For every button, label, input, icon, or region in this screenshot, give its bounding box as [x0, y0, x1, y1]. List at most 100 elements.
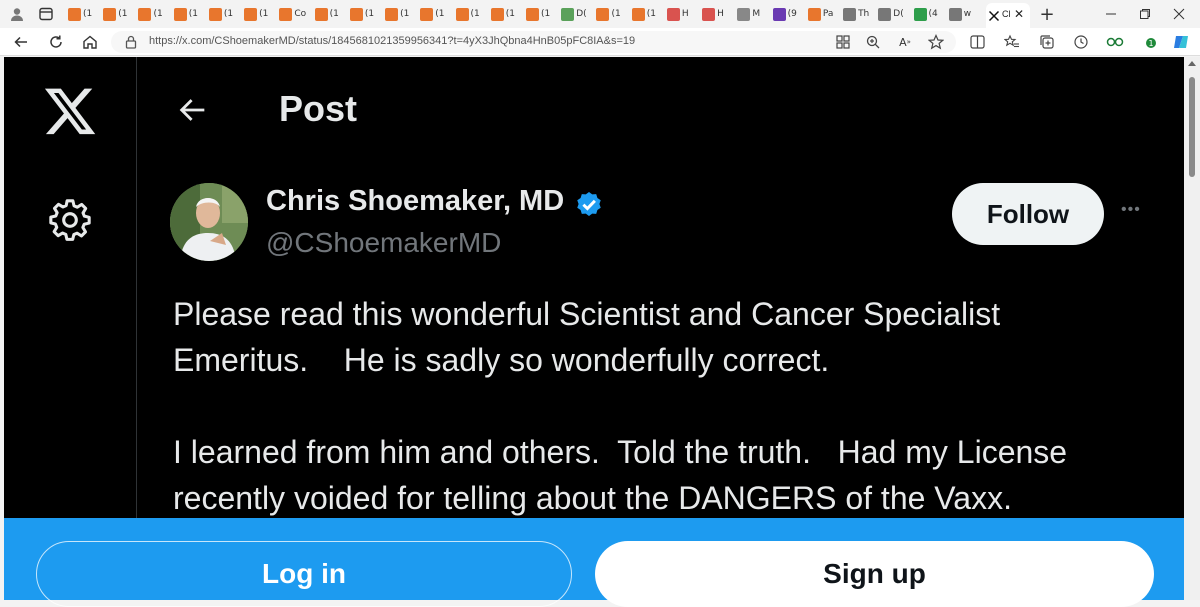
tab[interactable]: w: [948, 5, 972, 23]
new-tab-icon[interactable]: +: [1038, 4, 1056, 25]
post-text: Please read this wonderful Scientist and…: [173, 291, 1138, 521]
tab-favicon-icon: [561, 7, 575, 21]
tab-favicon-icon: [208, 7, 222, 21]
refresh-icon[interactable]: [47, 33, 65, 51]
tab[interactable]: Co: [279, 5, 306, 23]
post-paragraph: I learned from him and others. Told the …: [173, 434, 1076, 516]
scrollbar[interactable]: [1184, 57, 1200, 600]
tab-label: (1: [223, 9, 234, 19]
tab[interactable]: Pa: [807, 5, 834, 23]
tab[interactable]: Th: [843, 5, 869, 23]
tab-label: H: [717, 9, 724, 19]
tab[interactable]: (1: [385, 5, 409, 23]
tab-favicon-icon: [314, 7, 328, 21]
tab-favicon-icon: [138, 7, 152, 21]
tab-label: (1: [118, 9, 128, 19]
tab[interactable]: (1: [244, 5, 268, 23]
profile-icon[interactable]: [8, 5, 26, 23]
tab[interactable]: (1: [103, 5, 127, 23]
tab-favicon-icon: [490, 7, 504, 21]
tab-label: (1: [541, 9, 551, 19]
history-icon[interactable]: [1072, 33, 1090, 51]
split-screen-icon[interactable]: [968, 33, 986, 51]
tab-favicon-icon: [103, 7, 117, 21]
tab-label: (9: [787, 9, 797, 19]
tab[interactable]: (1: [455, 5, 480, 23]
tab[interactable]: (1: [68, 5, 92, 23]
tab[interactable]: H: [702, 5, 724, 23]
tab-label: (4: [928, 9, 938, 19]
login-button[interactable]: Log in: [36, 541, 572, 607]
tab-label: w: [963, 9, 972, 19]
back-arrow-icon[interactable]: [176, 93, 210, 127]
verified-badge-icon: [573, 188, 605, 220]
zoom-icon[interactable]: [864, 33, 882, 51]
page-title: Post: [279, 88, 358, 129]
tab[interactable]: (1: [526, 5, 550, 23]
tab-label: (1: [364, 9, 375, 19]
tab[interactable]: (1: [314, 5, 339, 23]
tab[interactable]: D(: [561, 5, 587, 23]
read-aloud-icon[interactable]: A»: [896, 33, 914, 51]
tab-favicon-icon: [702, 7, 716, 21]
follow-button[interactable]: Follow: [952, 183, 1104, 245]
favorite-star-icon[interactable]: [927, 33, 945, 51]
tab-favicon-icon: [420, 7, 434, 21]
scroll-thumb[interactable]: [1189, 77, 1195, 177]
tab-label: H: [681, 9, 689, 19]
author-avatar[interactable]: [170, 183, 248, 261]
signup-button[interactable]: Sign up: [595, 541, 1154, 607]
author-handle[interactable]: @CShoemakerMD: [266, 227, 501, 259]
lock-icon[interactable]: [125, 35, 137, 54]
tab-label: (1: [400, 9, 410, 19]
tab[interactable]: D(: [878, 5, 904, 23]
close-window-icon[interactable]: [1170, 5, 1188, 23]
tab-favicon-icon: [526, 7, 539, 21]
tab[interactable]: (1: [490, 5, 516, 23]
author-name[interactable]: Chris Shoemaker, MD: [266, 185, 564, 218]
tab[interactable]: (1: [631, 5, 656, 23]
tab-label: D(: [893, 9, 904, 19]
tab-label: Pa: [822, 9, 834, 19]
tab[interactable]: (1: [173, 5, 198, 23]
tab-label: M: [752, 9, 761, 19]
tab[interactable]: H: [666, 5, 689, 23]
tab[interactable]: (1: [349, 5, 375, 23]
tab-label: (1: [435, 9, 445, 19]
tab[interactable]: (9: [772, 5, 797, 23]
minimize-icon[interactable]: [1102, 5, 1120, 23]
tab[interactable]: M: [737, 5, 760, 23]
x-favicon-icon: [988, 9, 1000, 22]
more-options-icon[interactable]: •••: [1121, 201, 1141, 219]
tab-active[interactable]: Cl ✕: [986, 3, 1030, 28]
tab-favicon-icon: [913, 7, 927, 21]
tab[interactable]: (1: [208, 5, 234, 23]
favorites-icon[interactable]: [1003, 33, 1021, 51]
app-available-icon[interactable]: [834, 33, 852, 51]
workspaces-icon[interactable]: [37, 5, 55, 23]
tab-favicon-icon: [843, 7, 857, 21]
scroll-up-icon[interactable]: [1188, 61, 1196, 66]
tab[interactable]: (1: [138, 5, 163, 23]
tab-label: (1: [470, 9, 480, 19]
tab-favicon-icon: [279, 7, 293, 21]
tab[interactable]: (1: [420, 5, 445, 23]
url-text: https://x.com/CShoemakerMD/status/184568…: [149, 35, 636, 47]
tab-label: (1: [259, 9, 269, 19]
extension-icon[interactable]: [1106, 33, 1124, 51]
collections-icon[interactable]: [1038, 33, 1056, 51]
extensions-puzzle-icon[interactable]: 1: [1142, 33, 1160, 51]
tab-favicon-icon: [385, 7, 399, 21]
x-logo-icon[interactable]: [42, 83, 98, 139]
home-icon[interactable]: [81, 33, 99, 51]
settings-gear-icon[interactable]: [47, 197, 93, 243]
close-tab-icon[interactable]: ✕: [1014, 7, 1024, 21]
tab-label: (1: [505, 9, 516, 19]
url-field[interactable]: https://x.com/CShoemakerMD/status/184568…: [111, 31, 956, 53]
back-icon[interactable]: [12, 33, 30, 51]
copilot-icon[interactable]: [1172, 33, 1190, 51]
restore-icon[interactable]: [1136, 5, 1154, 23]
address-toolbar: https://x.com/CShoemakerMD/status/184568…: [0, 28, 1200, 56]
tab[interactable]: (1: [596, 5, 621, 23]
tab[interactable]: (4: [913, 5, 938, 23]
